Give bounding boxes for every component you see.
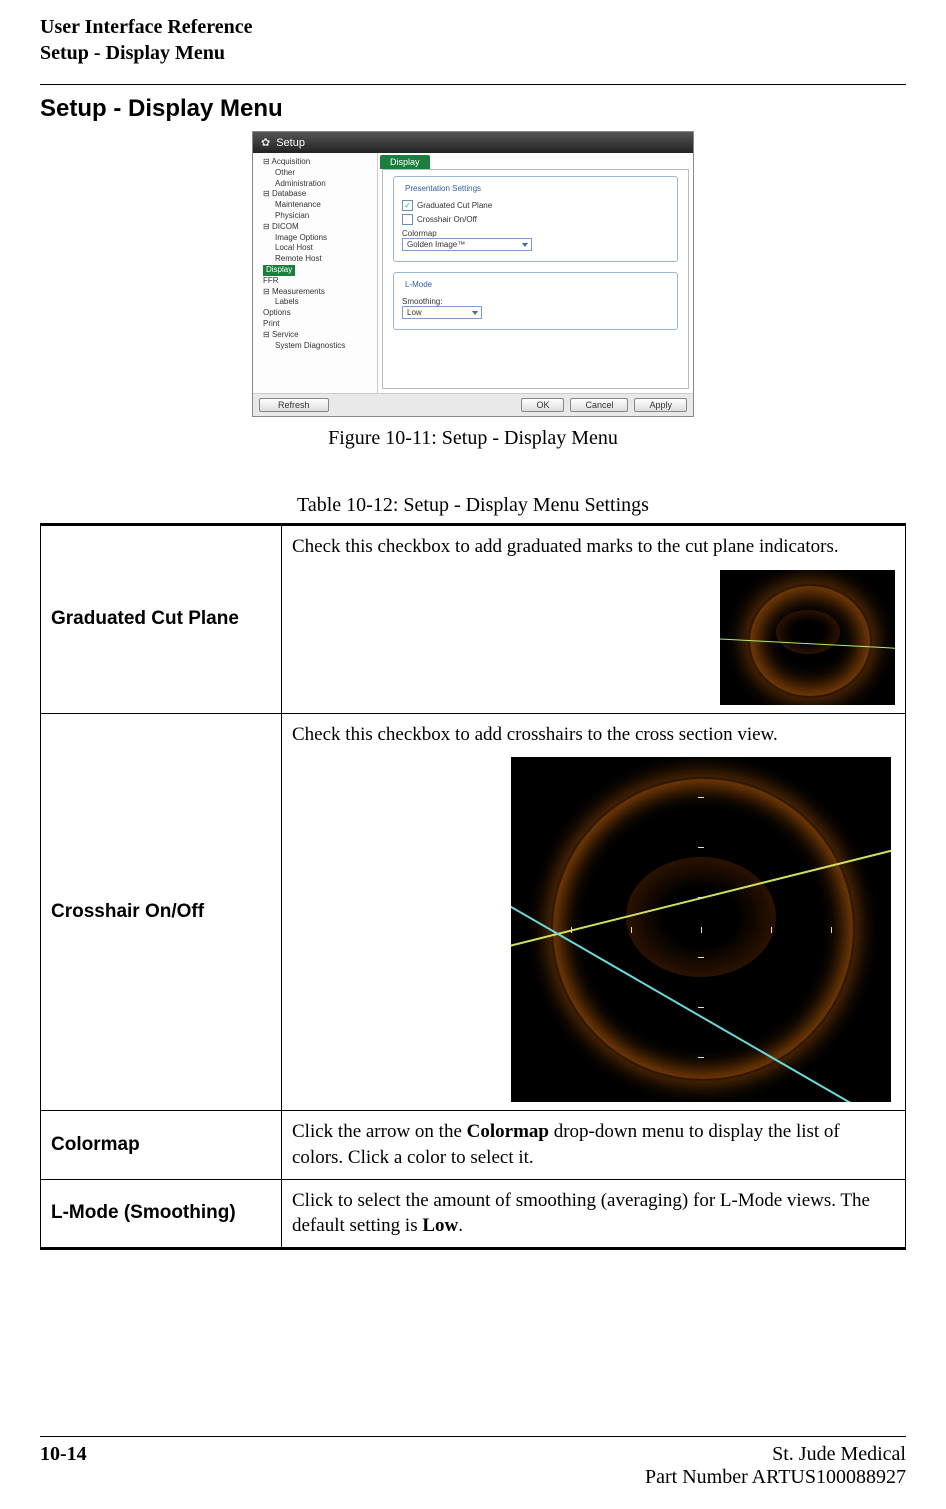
tree-other[interactable]: Other [255, 168, 375, 179]
oct-image-small [720, 570, 895, 705]
row-desc-graduated-text: Check this checkbox to add graduated mar… [292, 536, 839, 557]
tree-dicom[interactable]: ⊟ DICOM [255, 222, 375, 233]
tree-system-diagnostics[interactable]: System Diagnostics [255, 341, 375, 352]
lmode-desc-post: . [458, 1215, 463, 1236]
presentation-fieldset: Presentation Settings ✓ Graduated Cut Pl… [393, 176, 678, 262]
table-row: Colormap Click the arrow on the Colormap… [41, 1111, 906, 1179]
tree-service[interactable]: ⊟ Service [255, 330, 375, 341]
setup-dialog: Setup ⊟ Acquisition Other Administration… [252, 131, 694, 417]
settings-table: Graduated Cut Plane Check this checkbox … [40, 523, 906, 1250]
footer-company: St. Jude Medical [645, 1443, 906, 1466]
tree-acquisition[interactable]: ⊟ Acquisition [255, 157, 375, 168]
footer-part: Part Number ARTUS100088927 [645, 1466, 906, 1489]
table-caption: Table 10-12: Setup - Display Menu Settin… [40, 494, 906, 517]
lmode-legend: L-Mode [402, 280, 435, 289]
tree-print[interactable]: Print [255, 319, 375, 330]
tree-maintenance[interactable]: Maintenance [255, 200, 375, 211]
cancel-button[interactable]: Cancel [570, 398, 628, 412]
tree-image-options[interactable]: Image Options [255, 233, 375, 244]
row-desc-crosshair-text: Check this checkbox to add crosshairs to… [292, 724, 778, 745]
tree-labels[interactable]: Labels [255, 297, 375, 308]
footer-rule [40, 1436, 906, 1437]
graduated-checkbox-row[interactable]: ✓ Graduated Cut Plane [402, 200, 669, 211]
row-desc-lmode: Click to select the amount of smoothing … [282, 1179, 906, 1248]
tree-remote-host[interactable]: Remote Host [255, 254, 375, 265]
colormap-desc-bold: Colormap [467, 1121, 549, 1142]
lmode-fieldset: L-Mode Smoothing: Low [393, 272, 678, 330]
apply-button[interactable]: Apply [634, 398, 687, 412]
colormap-dropdown[interactable]: Golden Image™ [402, 238, 532, 251]
tree-database[interactable]: ⊟ Database [255, 189, 375, 200]
tree-physician[interactable]: Physician [255, 211, 375, 222]
page-footer: 10-14 St. Jude Medical Part Number ARTUS… [40, 1436, 906, 1489]
lmode-desc-bold: Low [422, 1215, 458, 1236]
ok-button[interactable]: OK [521, 398, 564, 412]
setup-tree[interactable]: ⊟ Acquisition Other Administration ⊟ Dat… [253, 153, 378, 393]
row-label-graduated: Graduated Cut Plane [41, 525, 282, 714]
tree-ffr[interactable]: FFR [255, 276, 375, 287]
page-number: 10-14 [40, 1443, 87, 1489]
check-icon[interactable]: ✓ [402, 200, 413, 211]
smoothing-dropdown[interactable]: Low [402, 306, 482, 319]
table-row: L-Mode (Smoothing) Click to select the a… [41, 1179, 906, 1248]
gear-icon [261, 136, 270, 149]
lmode-desc-pre: Click to select the amount of smoothing … [292, 1190, 870, 1237]
oct-image-large [511, 757, 891, 1102]
row-desc-crosshair: Check this checkbox to add crosshairs to… [282, 713, 906, 1111]
refresh-button[interactable]: Refresh [259, 398, 329, 412]
colormap-label: Colormap [402, 229, 669, 238]
tree-local-host[interactable]: Local Host [255, 243, 375, 254]
row-desc-colormap: Click the arrow on the Colormap drop-dow… [282, 1111, 906, 1179]
row-label-lmode: L-Mode (Smoothing) [41, 1179, 282, 1248]
row-label-colormap: Colormap [41, 1111, 282, 1179]
header-rule [40, 84, 906, 85]
figure-caption: Figure 10-11: Setup - Display Menu [40, 427, 906, 450]
checkbox-empty-icon[interactable] [402, 214, 413, 225]
dialog-titlebar: Setup [253, 132, 693, 153]
display-tab[interactable]: Display [380, 155, 430, 169]
colormap-desc-pre: Click the arrow on the [292, 1121, 467, 1142]
presentation-legend: Presentation Settings [402, 184, 484, 193]
graduated-checkbox-label: Graduated Cut Plane [417, 201, 492, 210]
tree-options[interactable]: Options [255, 308, 375, 319]
section-heading: Setup - Display Menu [40, 95, 906, 123]
row-desc-graduated: Check this checkbox to add graduated mar… [282, 525, 906, 714]
crosshair-checkbox-label: Crosshair On/Off [417, 215, 477, 224]
crosshair-checkbox-row[interactable]: Crosshair On/Off [402, 214, 669, 225]
running-header: User Interface Reference Setup - Display… [40, 14, 906, 66]
display-panel: Presentation Settings ✓ Graduated Cut Pl… [382, 169, 689, 389]
running-header-line1: User Interface Reference [40, 14, 906, 40]
table-row: Graduated Cut Plane Check this checkbox … [41, 525, 906, 714]
figure-wrap: Setup ⊟ Acquisition Other Administration… [40, 131, 906, 450]
running-header-line2: Setup - Display Menu [40, 40, 906, 66]
row-label-crosshair: Crosshair On/Off [41, 713, 282, 1111]
smoothing-label: Smoothing: [402, 297, 669, 306]
dialog-footer: Refresh OK Cancel Apply [253, 393, 693, 416]
table-row: Crosshair On/Off Check this checkbox to … [41, 713, 906, 1111]
tree-display[interactable]: Display [255, 265, 375, 276]
tree-administration[interactable]: Administration [255, 179, 375, 190]
dialog-title: Setup [276, 137, 305, 149]
tree-measurements[interactable]: ⊟ Measurements [255, 287, 375, 298]
setup-right: Display Presentation Settings ✓ Graduate… [378, 153, 693, 393]
